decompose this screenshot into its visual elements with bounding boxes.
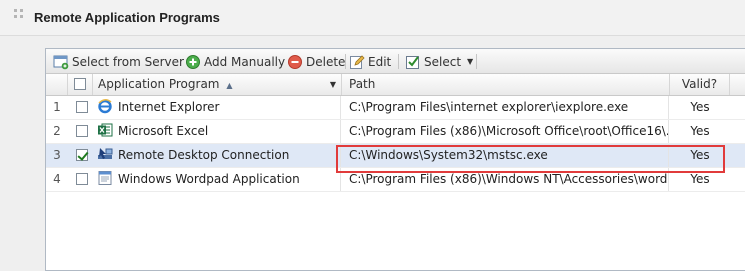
path-cell: C:\Windows\System32\mstsc.exe [342,144,669,167]
application-cell: Remote Desktop Connection [93,144,341,167]
row-number: 1 [53,100,61,114]
column-menu-icon[interactable]: ▼ [330,74,336,95]
valid-cell: Yes [690,148,710,162]
toolbar-separator [398,54,399,69]
row-checkbox-cell [68,168,93,191]
row-number-header [46,74,68,95]
application-cell: Windows Wordpad Application [93,168,341,191]
drag-grip-icon[interactable] [14,9,24,19]
grid-toolbar: Select from Server Add Manually Delete E… [46,49,745,74]
delete-button[interactable]: Delete [287,53,345,70]
application-cell: Internet Explorer [93,96,341,119]
row-number: 2 [53,124,61,138]
column-header-label: Path [349,77,376,91]
row-checkbox-cell [68,120,93,143]
application-name: Internet Explorer [118,100,220,114]
remote-desktop-icon [97,146,113,162]
panel-header: Remote Application Programs [0,0,745,36]
row-checkbox[interactable] [76,149,88,161]
add-icon [185,54,201,70]
application-cell: Microsoft Excel [93,120,341,143]
programs-grid: Select from Server Add Manually Delete E… [45,48,745,271]
dropdown-arrow-icon: ▼ [467,57,474,66]
sort-ascending-icon: ▲ [226,81,233,90]
row-checkbox-cell [68,144,93,167]
select-from-server-label: Select from Server [72,54,184,69]
toolbar-separator [476,54,477,69]
valid-cell: Yes [690,124,710,138]
row-checkbox[interactable] [76,125,88,137]
row-checkbox[interactable] [76,101,88,113]
row-number: 3 [53,148,61,162]
select-label: Select [424,54,462,69]
excel-icon [97,122,113,138]
column-header-path[interactable]: Path [342,74,670,95]
delete-icon [287,54,303,70]
row-checkbox-cell [68,96,93,119]
table-row[interactable]: 3 Remote Desktop Connection C:\Windows\S… [46,144,745,168]
row-checkbox[interactable] [76,173,88,185]
server-window-icon [53,54,69,70]
column-header-application-program[interactable]: Application Program ▲ ▼ [93,74,342,95]
table-row[interactable]: 4 Windows Wordpad Application C:\Program… [46,168,745,192]
panel-title: Remote Application Programs [34,10,220,25]
column-header-label: Application Program [98,77,220,91]
delete-label: Delete [306,54,346,69]
select-from-server-button[interactable]: Select from Server [53,53,184,70]
valid-cell: Yes [690,172,710,186]
column-header-row: Application Program ▲ ▼ Path Valid? [46,74,745,96]
table-row[interactable]: 1 Internet Explorer C:\Program Files\int… [46,96,745,120]
valid-cell: Yes [690,100,710,114]
add-manually-label: Add Manually [204,54,286,69]
edit-button[interactable]: Edit [349,53,391,70]
edit-label: Edit [368,54,392,69]
toolbar-separator [345,54,346,69]
select-all-checkbox[interactable] [74,78,86,90]
column-header-valid[interactable]: Valid? [670,74,730,95]
application-name: Windows Wordpad Application [118,172,300,186]
internet-explorer-icon [97,98,113,114]
select-all-header[interactable] [68,74,93,95]
table-row[interactable]: 2 Microsoft Excel C:\Program Files (x86)… [46,120,745,144]
application-name: Microsoft Excel [118,124,209,138]
row-number: 4 [53,172,61,186]
wordpad-icon [97,170,113,186]
add-manually-button[interactable]: Add Manually [185,53,285,70]
path-cell: C:\Program Files (x86)\Microsoft Office\… [342,120,669,143]
path-cell: C:\Program Files (x86)\Windows NT\Access… [342,168,669,191]
path-cell: C:\Program Files\internet explorer\iexpl… [342,96,669,119]
edit-icon [349,54,365,70]
select-dropdown-button[interactable]: Select ▼ [405,53,473,70]
application-name: Remote Desktop Connection [118,148,290,162]
checkbox-select-icon [405,54,421,70]
column-header-label: Valid? [681,77,718,91]
